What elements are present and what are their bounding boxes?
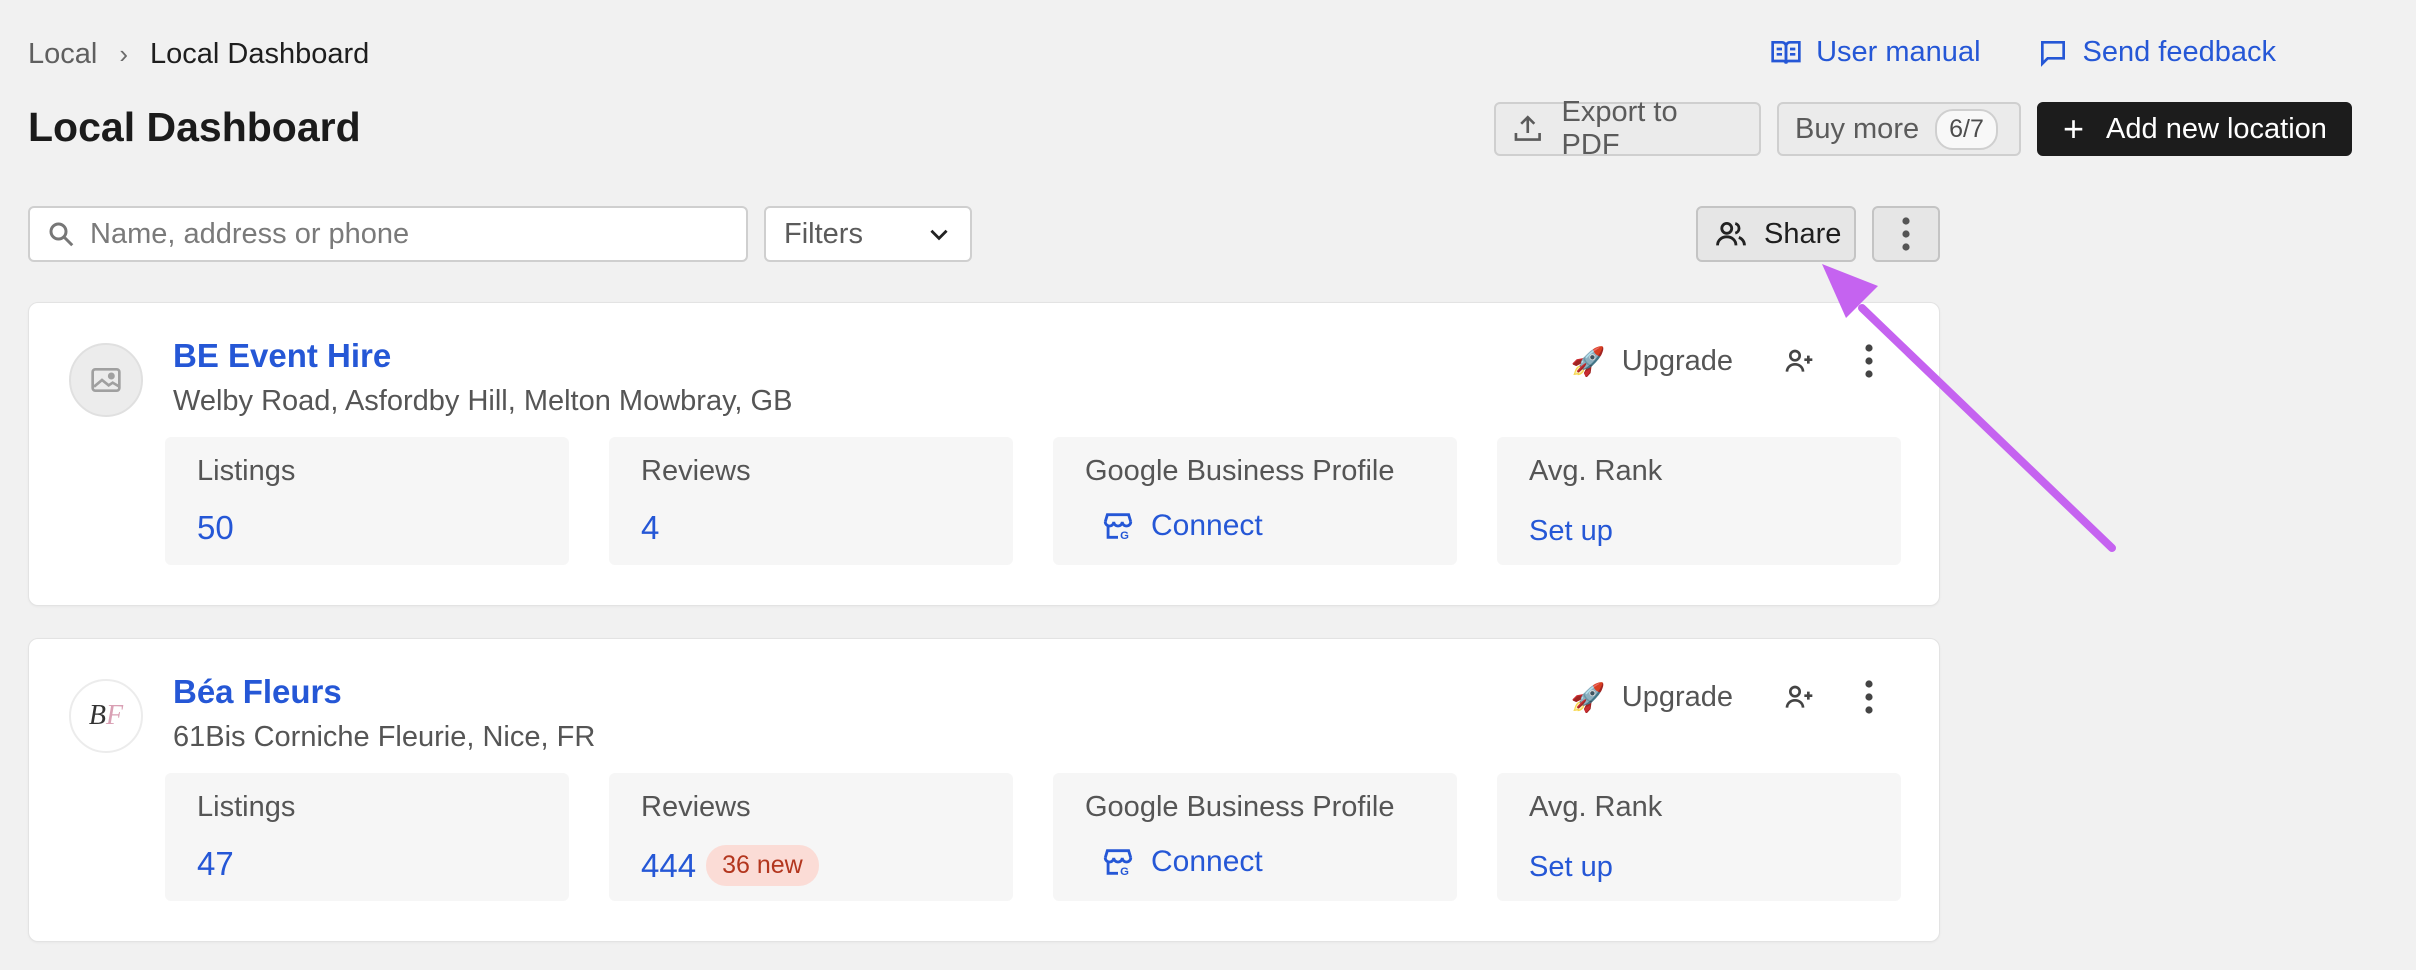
google-business-profile-stat: Google Business Profile G Connect <box>1053 773 1457 901</box>
avg-rank-setup-link[interactable]: Set up <box>1529 851 1613 884</box>
location-avatar <box>69 343 143 417</box>
avg-rank-label: Avg. Rank <box>1529 455 1663 487</box>
reviews-stat[interactable]: Reviews 444 36 new <box>609 773 1013 901</box>
reviews-label: Reviews <box>641 455 751 487</box>
avg-rank-stat: Avg. Rank Set up <box>1497 437 1901 565</box>
upgrade-label: Upgrade <box>1621 680 1733 713</box>
page-title: Local Dashboard <box>28 104 361 150</box>
search-box <box>28 206 748 262</box>
share-button[interactable]: Share <box>1696 206 1856 262</box>
more-vertical-icon <box>1902 217 1910 251</box>
plus-icon: + <box>2063 108 2085 149</box>
gbp-label: Google Business Profile <box>1085 455 1395 487</box>
avg-rank-setup-link[interactable]: Set up <box>1529 515 1613 548</box>
send-feedback-link[interactable]: Send feedback <box>2037 36 2276 69</box>
listings-value: 47 <box>197 845 234 882</box>
upgrade-label: Upgrade <box>1621 344 1733 377</box>
location-address: 61Bis Corniche Fleurie, Nice, FR <box>173 721 596 753</box>
chevron-down-icon <box>930 229 948 241</box>
export-pdf-label: Export to PDF <box>1561 96 1678 161</box>
gbp-connect-link[interactable]: G Connect <box>1101 845 1263 879</box>
breadcrumb-root-link[interactable]: Local <box>28 38 97 71</box>
image-placeholder-icon <box>91 368 121 392</box>
gbp-connect-label: Connect <box>1151 845 1263 878</box>
users-icon <box>1716 221 1746 246</box>
location-name-link[interactable]: BE Event Hire <box>173 337 391 375</box>
rocket-icon: 🚀 <box>1570 345 1606 377</box>
card-more-options-button[interactable] <box>1849 677 1889 717</box>
user-plus-icon <box>1785 685 1813 708</box>
help-links: User manual Send feedback <box>1770 36 2276 69</box>
user-plus-icon <box>1785 349 1813 372</box>
bea-fleurs-logo: BF <box>88 700 124 731</box>
gbp-label: Google Business Profile <box>1085 791 1395 823</box>
search-icon <box>49 222 74 247</box>
more-vertical-icon <box>1865 680 1873 714</box>
reviews-label: Reviews <box>641 791 751 823</box>
reviews-stat[interactable]: Reviews 4 <box>609 437 1013 565</box>
google-business-icon: G <box>1103 849 1133 878</box>
share-label: Share <box>1764 217 1842 250</box>
upgrade-button[interactable]: 🚀 Upgrade <box>1571 681 1733 714</box>
svg-text:G: G <box>1120 866 1129 878</box>
listings-label: Listings <box>197 791 296 823</box>
book-icon <box>1771 40 1801 64</box>
card-actions: 🚀 Upgrade <box>1571 341 1889 381</box>
svg-text:G: G <box>1120 530 1129 542</box>
reviews-value: 444 <box>641 846 697 884</box>
breadcrumb: Local › Local Dashboard <box>28 38 369 71</box>
add-user-button[interactable] <box>1779 677 1819 717</box>
location-stats: Listings 50 Reviews 4 Google Business Pr… <box>165 437 1901 565</box>
chevron-right-icon: › <box>119 39 128 69</box>
buy-more-label: Buy more <box>1795 112 1920 145</box>
upload-icon <box>1514 115 1541 141</box>
location-avatar: BF <box>69 679 143 753</box>
search-input[interactable] <box>90 217 690 251</box>
filters-label: Filters <box>784 217 863 250</box>
export-pdf-button[interactable]: Export to PDF <box>1494 96 1761 161</box>
breadcrumb-current: Local Dashboard <box>150 38 370 70</box>
filters-dropdown[interactable]: Filters <box>764 206 972 262</box>
card-more-options-button[interactable] <box>1849 341 1889 381</box>
location-card: BE Event Hire Welby Road, Asfordby Hill,… <box>28 302 1940 606</box>
google-business-icon: G <box>1103 513 1133 542</box>
card-actions: 🚀 Upgrade <box>1571 677 1889 717</box>
gbp-connect-link[interactable]: G Connect <box>1101 509 1263 543</box>
send-feedback-label: Send feedback <box>2082 36 2276 68</box>
gbp-connect-label: Connect <box>1151 509 1263 542</box>
buy-more-button[interactable]: Buy more 6/7 <box>1777 102 2021 156</box>
add-new-location-button[interactable]: + Add new location <box>2037 102 2352 156</box>
listings-stat[interactable]: Listings 47 <box>165 773 569 901</box>
user-manual-link[interactable]: User manual <box>1770 36 1981 69</box>
new-reviews-badge: 36 new <box>706 845 819 886</box>
user-manual-label: User manual <box>1816 36 1981 68</box>
location-card: BF Béa Fleurs 61Bis Corniche Fleurie, Ni… <box>28 638 1940 942</box>
location-address: Welby Road, Asfordby Hill, Melton Mowbra… <box>173 385 793 417</box>
add-user-button[interactable] <box>1779 341 1819 381</box>
location-name-link[interactable]: Béa Fleurs <box>173 673 342 711</box>
listings-value: 50 <box>197 509 234 546</box>
avg-rank-stat: Avg. Rank Set up <box>1497 773 1901 901</box>
more-vertical-icon <box>1865 344 1873 378</box>
reviews-value-row: 444 36 new <box>641 845 819 886</box>
more-options-button[interactable] <box>1872 206 1940 262</box>
location-stats: Listings 47 Reviews 444 36 new Google Bu… <box>165 773 1901 901</box>
listings-label: Listings <box>197 455 296 487</box>
header-actions: Export to PDF Buy more 6/7 + Add new loc… <box>1494 96 2352 161</box>
upgrade-button[interactable]: 🚀 Upgrade <box>1571 345 1733 378</box>
google-business-profile-stat: Google Business Profile G Connect <box>1053 437 1457 565</box>
rocket-icon: 🚀 <box>1570 681 1606 713</box>
message-icon <box>2040 40 2065 67</box>
add-new-location-label: Add new location <box>2106 112 2327 145</box>
reviews-value: 4 <box>641 509 660 546</box>
location-count-badge: 6/7 <box>1935 108 1998 150</box>
listings-stat[interactable]: Listings 50 <box>165 437 569 565</box>
avg-rank-label: Avg. Rank <box>1529 791 1663 823</box>
